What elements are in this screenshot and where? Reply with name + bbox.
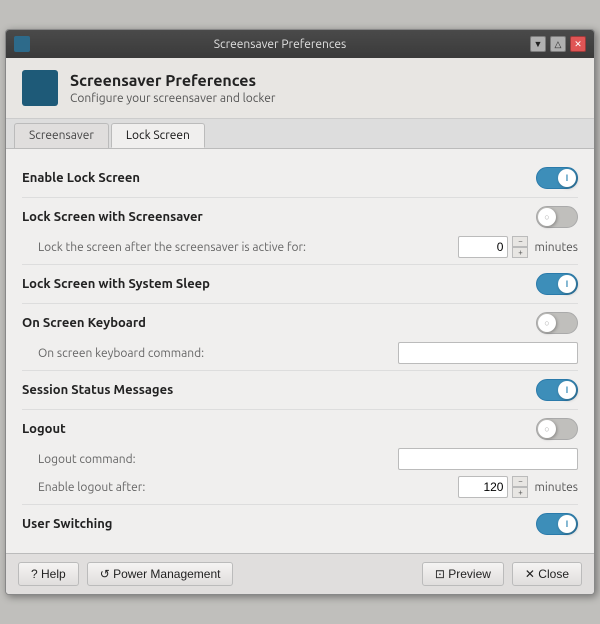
toggle-knob: I [558, 275, 576, 293]
divider-3 [22, 303, 578, 304]
enable-lock-screen-toggle[interactable]: I [536, 167, 578, 189]
on-screen-keyboard-label: On Screen Keyboard [22, 316, 146, 330]
close-footer-button[interactable]: ✕ Close [512, 562, 582, 586]
app-icon [22, 70, 58, 106]
logout-command-sublabel-text: Logout command: [38, 453, 136, 466]
app-header: Screensaver Preferences Configure your s… [6, 58, 594, 119]
logout-after-sublabel-text: Enable logout after: [38, 481, 145, 494]
footer: ? Help ↺ Power Management ⊡ Preview ✕ Cl… [6, 553, 594, 594]
lock-sleep-toggle[interactable]: I [536, 273, 578, 295]
logout-after-sub: Enable logout after: − + minutes [22, 474, 578, 502]
titlebar-controls: ▼ △ ✕ [530, 36, 586, 52]
logout-after-input[interactable] [458, 476, 508, 498]
header-text: Screensaver Preferences Configure your s… [70, 72, 275, 105]
toggle-knob: I [558, 381, 576, 399]
user-switching-toggle[interactable]: I [536, 513, 578, 535]
lock-screensaver-toggle[interactable]: ○ [536, 206, 578, 228]
wm-icon [14, 36, 30, 52]
app-window: Screensaver Preferences ▼ △ ✕ Screensave… [5, 29, 595, 595]
preview-button[interactable]: ⊡ Preview [422, 562, 504, 586]
header-subtitle: Configure your screensaver and locker [70, 92, 275, 105]
on-screen-keyboard-control [398, 342, 578, 364]
enable-lock-screen-label: Enable Lock Screen [22, 171, 140, 185]
logout-after-increment[interactable]: + [512, 487, 528, 498]
lock-screensaver-label: Lock Screen with Screensaver [22, 210, 203, 224]
logout-after-unit: minutes [534, 481, 578, 494]
maximize-button[interactable]: △ [550, 36, 566, 52]
toggle-knob: ○ [538, 420, 556, 438]
divider-5 [22, 409, 578, 410]
lock-screensaver-decrement[interactable]: − [512, 236, 528, 247]
setting-enable-lock-screen: Enable Lock Screen I [22, 161, 578, 195]
lock-screensaver-sublabel-text: Lock the screen after the screensaver is… [38, 241, 306, 254]
lock-screensaver-stepper: − + [512, 236, 528, 258]
footer-left: ? Help ↺ Power Management [18, 562, 233, 586]
setting-on-screen-keyboard: On Screen Keyboard ○ [22, 306, 578, 340]
lock-sleep-label: Lock Screen with System Sleep [22, 277, 210, 291]
toggle-knob: ○ [538, 314, 556, 332]
logout-command-control [398, 448, 578, 470]
setting-lock-sleep: Lock Screen with System Sleep I [22, 267, 578, 301]
tab-bar: Screensaver Lock Screen [6, 119, 594, 149]
tab-lock-screen[interactable]: Lock Screen [111, 123, 205, 148]
tab-screensaver[interactable]: Screensaver [14, 123, 109, 148]
logout-toggle[interactable]: ○ [536, 418, 578, 440]
logout-command-sub: Logout command: [22, 446, 578, 474]
content-area: Enable Lock Screen I Lock Screen with Sc… [6, 149, 594, 553]
on-screen-keyboard-sub: On screen keyboard command: [22, 340, 578, 368]
lock-screensaver-sub: Lock the screen after the screensaver is… [22, 234, 578, 262]
toggle-knob: ○ [538, 208, 556, 226]
divider-2 [22, 264, 578, 265]
logout-after-stepper: − + [512, 476, 528, 498]
minimize-button[interactable]: ▼ [530, 36, 546, 52]
footer-right: ⊡ Preview ✕ Close [422, 562, 582, 586]
logout-label: Logout [22, 422, 66, 436]
session-status-toggle[interactable]: I [536, 379, 578, 401]
toggle-knob: I [558, 515, 576, 533]
header-title: Screensaver Preferences [70, 72, 275, 90]
close-button[interactable]: ✕ [570, 36, 586, 52]
session-status-label: Session Status Messages [22, 383, 173, 397]
power-management-button[interactable]: ↺ Power Management [87, 562, 234, 586]
help-button[interactable]: ? Help [18, 562, 79, 586]
setting-user-switching: User Switching I [22, 507, 578, 541]
setting-lock-screensaver: Lock Screen with Screensaver ○ [22, 200, 578, 234]
lock-screensaver-unit: minutes [534, 241, 578, 254]
user-switching-label: User Switching [22, 517, 112, 531]
titlebar: Screensaver Preferences ▼ △ ✕ [6, 30, 594, 58]
logout-command-input[interactable] [398, 448, 578, 470]
setting-logout: Logout ○ [22, 412, 578, 446]
lock-screensaver-minutes-input[interactable] [458, 236, 508, 258]
divider-6 [22, 504, 578, 505]
logout-after-decrement[interactable]: − [512, 476, 528, 487]
toggle-knob: I [558, 169, 576, 187]
lock-screensaver-control: − + minutes [458, 236, 578, 258]
on-screen-keyboard-toggle[interactable]: ○ [536, 312, 578, 334]
titlebar-left [14, 36, 30, 52]
on-screen-keyboard-command-input[interactable] [398, 342, 578, 364]
on-screen-keyboard-sublabel-text: On screen keyboard command: [38, 347, 204, 360]
setting-session-status: Session Status Messages I [22, 373, 578, 407]
divider-1 [22, 197, 578, 198]
logout-after-control: − + minutes [458, 476, 578, 498]
window-title: Screensaver Preferences [30, 38, 530, 51]
lock-screensaver-increment[interactable]: + [512, 247, 528, 258]
divider-4 [22, 370, 578, 371]
